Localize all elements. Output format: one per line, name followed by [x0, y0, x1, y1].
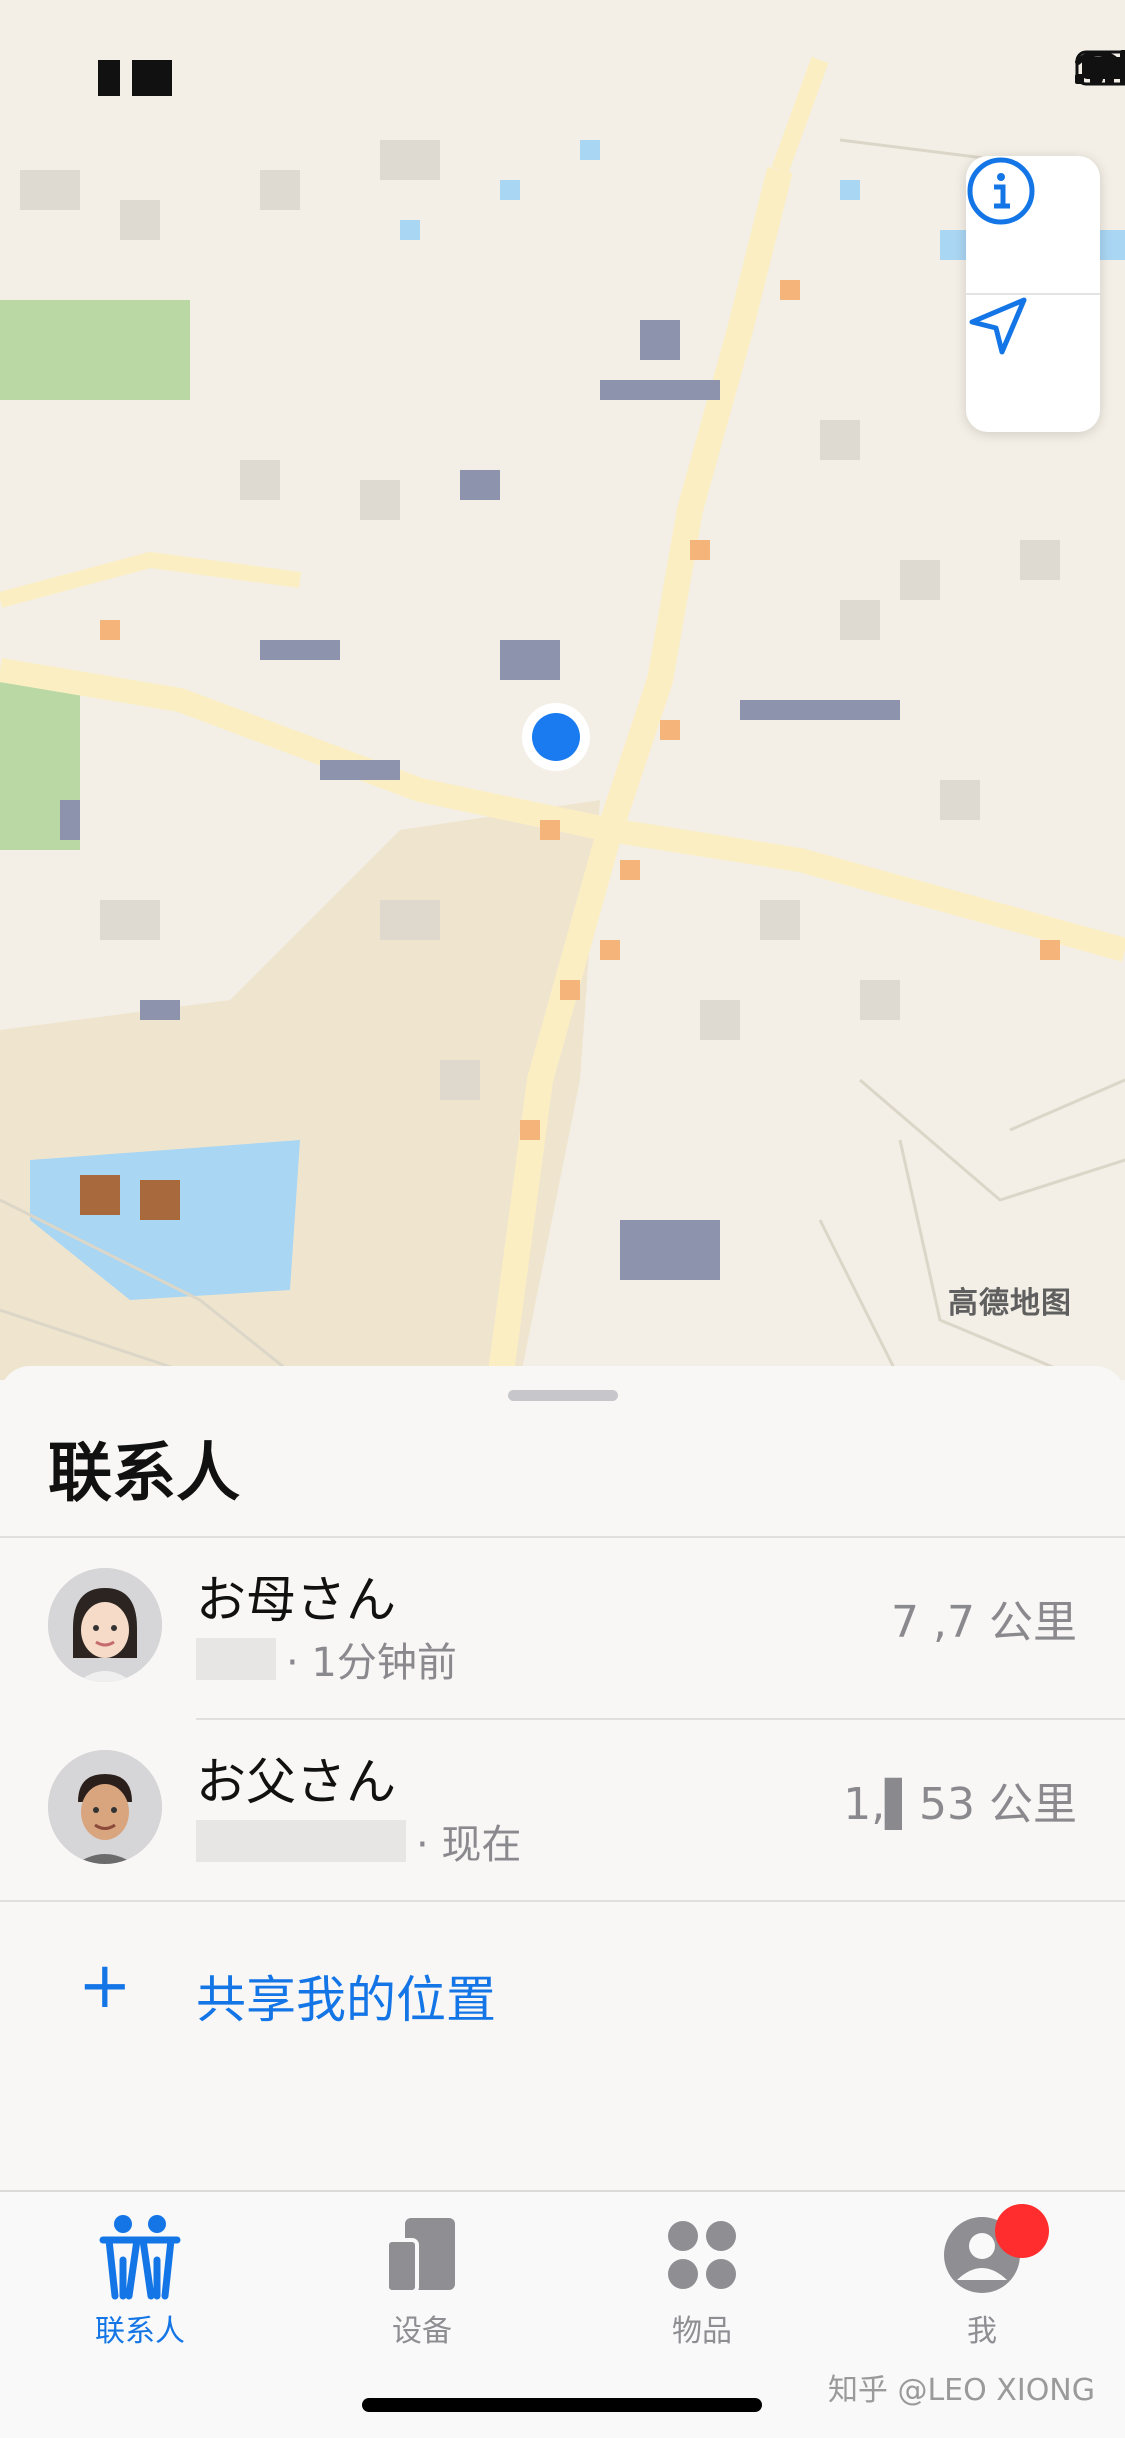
- share-my-location-button[interactable]: + 共享我的位置: [0, 1940, 1125, 2050]
- plus-icon: +: [78, 1949, 132, 2023]
- info-button[interactable]: [966, 156, 1100, 294]
- map-canvas: [0, 56, 1125, 1380]
- redacted-location: [196, 1820, 406, 1862]
- user-location-icon: [532, 713, 580, 761]
- sheet-title: 联系人: [48, 1437, 240, 1511]
- status-time: [98, 60, 172, 96]
- watermark: 知乎 @LEO XIONG: [827, 2373, 1095, 2408]
- contact-distance: 1,▌53 公里: [843, 1779, 1077, 1830]
- map-terrain-patch: [140, 1180, 180, 1220]
- people-sheet[interactable]: 联系人 お母さん · 1分钟前 7 ,7 公里 お父さん · 现在 1,▌53 …: [0, 1366, 1125, 2191]
- contact-status-text: · 1分钟前: [286, 1640, 457, 1686]
- tab-label: 物品: [672, 2314, 732, 2349]
- location-arrow-icon: [969, 297, 1027, 355]
- map-terrain-patch: [80, 1175, 120, 1215]
- battery-icon: [1075, 50, 1125, 86]
- home-indicator[interactable]: [362, 2398, 762, 2412]
- status-bar: [0, 0, 1125, 140]
- contact-distance: 7 ,7 公里: [891, 1597, 1077, 1648]
- tab-label: 联系人: [95, 2314, 185, 2349]
- tab-label: 设备: [392, 2314, 452, 2349]
- redacted-location: [196, 1638, 276, 1680]
- divider: [0, 1900, 1125, 1902]
- share-my-location-label: 共享我的位置: [196, 1971, 496, 2029]
- map-controls: [966, 156, 1100, 432]
- locate-button[interactable]: [966, 294, 1100, 432]
- contact-status: · 现在: [196, 1812, 521, 1870]
- tab-items[interactable]: 物品: [612, 2210, 792, 2350]
- contact-name: お父さん: [196, 1753, 396, 1811]
- notification-badge: [995, 2204, 1049, 2258]
- map-view[interactable]: 高德地图: [0, 0, 1125, 1380]
- map-attribution: 高德地图: [948, 1286, 1072, 1321]
- contact-status: · 1分钟前: [196, 1630, 457, 1688]
- contact-row-mother[interactable]: お母さん · 1分钟前 7 ,7 公里: [0, 1538, 1125, 1718]
- contact-row-father[interactable]: お父さん · 现在 1,▌53 公里: [0, 1720, 1125, 1900]
- memoji-woman-avatar: [48, 1568, 162, 1682]
- tab-me[interactable]: 我: [892, 2204, 1072, 2350]
- devices-icon: [377, 2210, 467, 2300]
- items-icon: [657, 2210, 747, 2300]
- people-icon: [95, 2210, 185, 2300]
- contact-name: お母さん: [196, 1571, 396, 1629]
- me-icon: [937, 2204, 1049, 2300]
- info-circle-icon: [967, 157, 1035, 225]
- sheet-grabber[interactable]: [508, 1390, 618, 1401]
- tab-people[interactable]: 联系人: [50, 2210, 230, 2350]
- tab-devices[interactable]: 设备: [332, 2210, 512, 2350]
- memoji-man-avatar: [48, 1750, 162, 1864]
- tab-label: 我: [967, 2314, 997, 2349]
- contact-status-text: · 现在: [416, 1822, 522, 1868]
- map-road: [0, 551, 302, 608]
- map-park-area: [0, 300, 190, 400]
